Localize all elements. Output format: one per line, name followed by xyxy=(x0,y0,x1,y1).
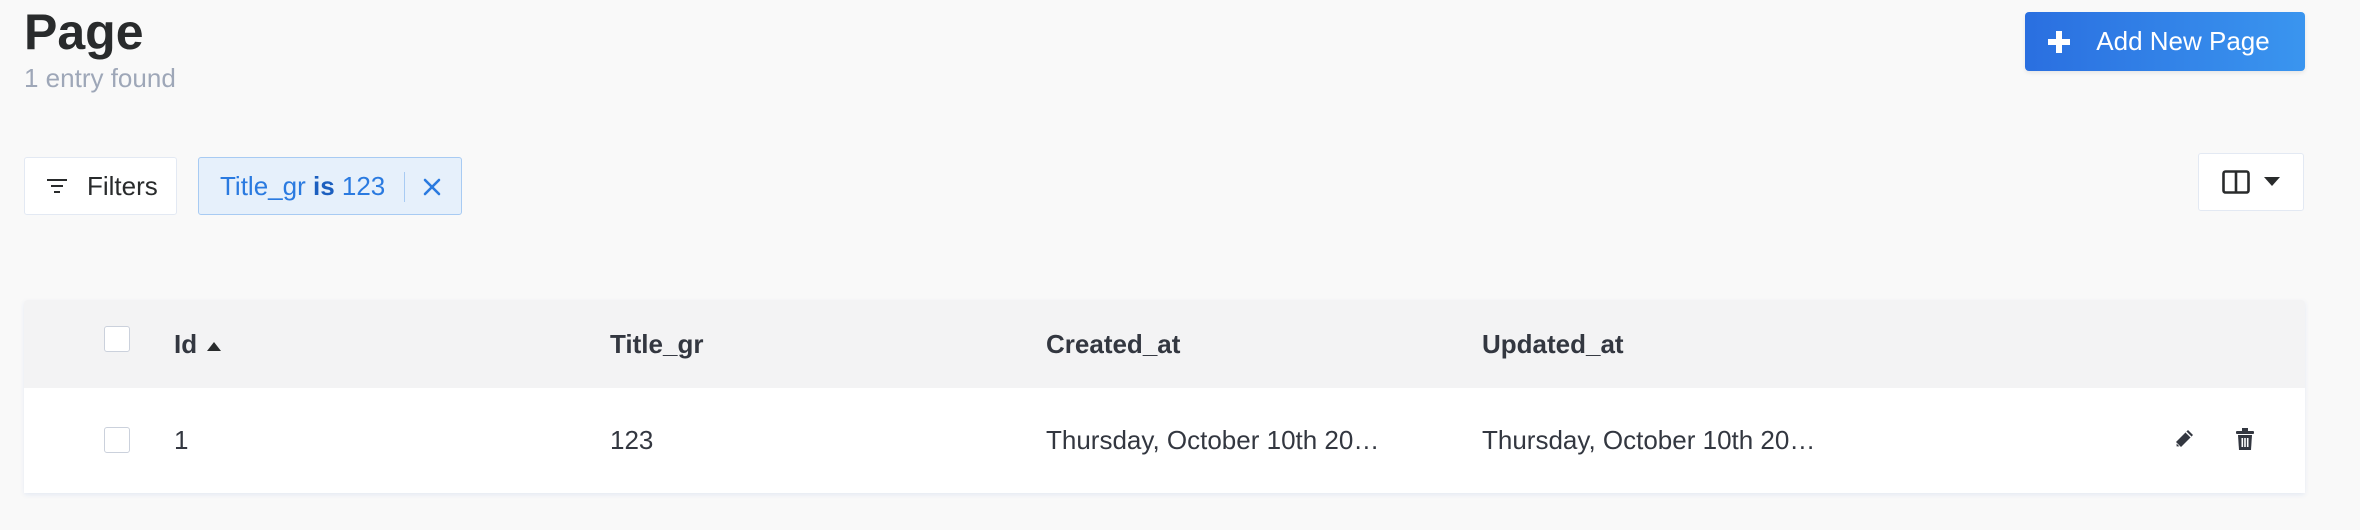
filters-label: Filters xyxy=(87,170,158,201)
cell-created-at: Thursday, October 10th 20… xyxy=(1046,425,1380,455)
cell-title-gr: 123 xyxy=(610,425,654,455)
plus-icon xyxy=(2048,30,2071,53)
column-header-updated-at[interactable]: Updated_at xyxy=(1482,328,1624,360)
filter-operator: is xyxy=(312,170,335,201)
column-header-title-gr[interactable]: Title_gr xyxy=(610,328,703,360)
filters-button[interactable]: Filters xyxy=(24,157,177,215)
filter-field: Title_gr xyxy=(220,170,306,201)
filter-icon xyxy=(47,179,67,193)
filter-value: 123 xyxy=(341,170,386,201)
layout-columns-icon xyxy=(2222,170,2250,194)
pencil-icon xyxy=(2176,430,2193,447)
column-header-id-label: Id xyxy=(174,329,198,359)
table-row[interactable]: 1 123 Thursday, October 10th 20… Thursda… xyxy=(24,388,2305,493)
cell-updated-at: Thursday, October 10th 20… xyxy=(1482,425,1816,455)
remove-filter-button[interactable] xyxy=(417,172,447,202)
cell-id: 1 xyxy=(174,425,189,455)
add-new-page-button[interactable]: Add New Page xyxy=(2025,12,2305,71)
caret-down-icon xyxy=(2264,177,2280,186)
edit-row-button[interactable] xyxy=(2172,427,2196,451)
active-filter-chip: Title_gr is 123 xyxy=(198,157,462,215)
data-table: Id Title_gr Created_at Updated_at 1 123 … xyxy=(24,300,2305,493)
delete-row-button[interactable] xyxy=(2233,427,2257,451)
filter-chip-text: Title_gr is 123 xyxy=(199,171,385,202)
page-title: Page xyxy=(24,4,144,60)
column-header-created-at[interactable]: Created_at xyxy=(1046,328,1180,360)
row-checkbox[interactable] xyxy=(104,427,130,453)
select-all-checkbox[interactable] xyxy=(104,326,130,352)
add-new-page-label: Add New Page xyxy=(2096,26,2270,56)
sort-asc-icon xyxy=(207,341,222,351)
trash-icon xyxy=(2236,428,2254,450)
column-header-id[interactable]: Id xyxy=(174,328,222,360)
chip-divider xyxy=(404,172,405,202)
table-header: Id Title_gr Created_at Updated_at xyxy=(24,300,2305,388)
entry-count: 1 entry found xyxy=(24,63,176,93)
columns-toggle-button[interactable] xyxy=(2198,153,2304,211)
close-icon xyxy=(423,178,441,196)
